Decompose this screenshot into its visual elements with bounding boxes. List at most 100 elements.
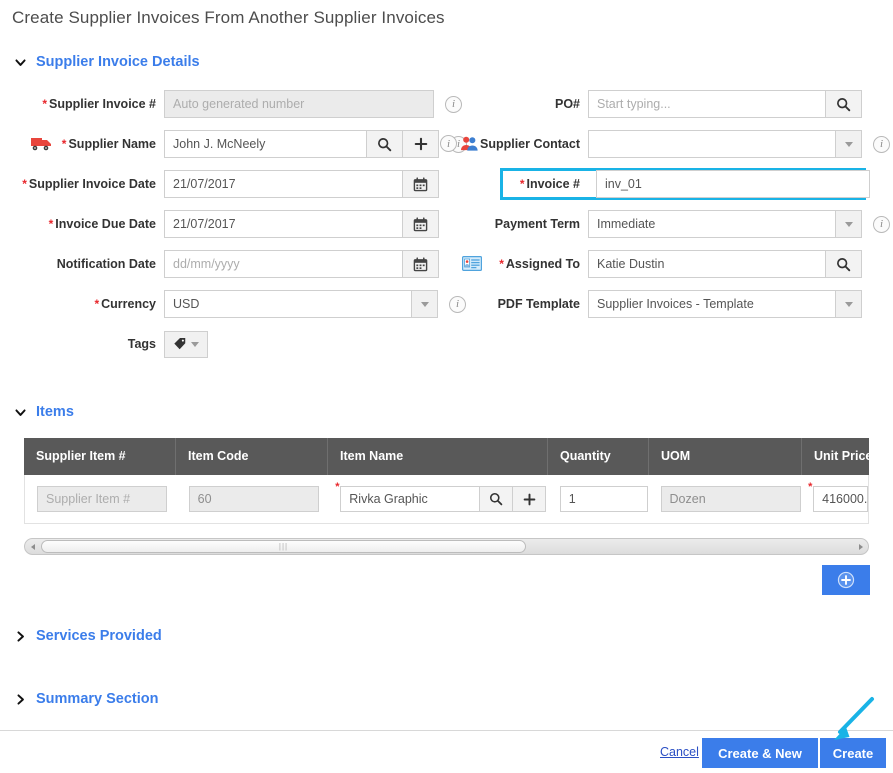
annotation-arrow-icon: [834, 697, 874, 740]
grip-icon: |||: [278, 541, 289, 551]
chevron-down-icon: [844, 141, 853, 147]
field-label: * Invoice Due Date: [48, 217, 156, 231]
info-icon-supplier-contact[interactable]: i: [873, 135, 890, 153]
tags-button[interactable]: [164, 330, 208, 358]
item-name-add-button[interactable]: [513, 486, 547, 512]
search-icon: [837, 97, 851, 111]
chevron-down-icon: [844, 221, 853, 227]
chevron-down-icon: [191, 341, 199, 347]
column-header-item-code: Item Code: [176, 438, 328, 475]
invoice-due-date-calendar-button[interactable]: [403, 210, 439, 238]
pdf-template-dropdown-toggle[interactable]: [836, 290, 862, 318]
section-label: Items: [36, 404, 74, 420]
column-header-unit-price: Unit Price: [814, 449, 869, 463]
field-assigned-to: * Assigned To Katie Dustin: [440, 250, 862, 278]
po-number-search-button[interactable]: [826, 90, 862, 118]
field-pdf-template: PDF Template Supplier Invoices - Templat…: [440, 290, 862, 318]
column-header-item-name: Item Name: [328, 438, 548, 475]
chevron-down-icon: [15, 408, 26, 416]
assigned-to-search-button[interactable]: [826, 250, 862, 278]
item-name-search-button[interactable]: [480, 486, 514, 512]
section-header-services-provided[interactable]: Services Provided: [14, 628, 162, 644]
required-marker: *: [61, 137, 67, 151]
chevron-down-icon: [844, 301, 853, 307]
assigned-to-input[interactable]: Katie Dustin: [588, 250, 826, 278]
unit-price-input[interactable]: 416000.00: [813, 486, 869, 512]
cancel-link[interactable]: Cancel: [660, 745, 699, 759]
required-marker: *: [519, 177, 525, 191]
supplier-name-search-button[interactable]: [367, 130, 403, 158]
table-header-row: Supplier Item # Item Code Item Name Quan…: [24, 438, 869, 475]
field-supplier-invoice-number: * Supplier Invoice # Auto generated numbe…: [0, 90, 462, 118]
supplier-invoice-date-input[interactable]: 21/07/2017: [164, 170, 403, 198]
section-header-supplier-invoice-details[interactable]: Supplier Invoice Details: [14, 54, 200, 70]
create-and-new-button[interactable]: Create & New: [702, 738, 818, 768]
plus-circle-icon: [837, 571, 855, 589]
invoice-number-input[interactable]: inv_01: [596, 170, 870, 198]
field-notification-date: Notification Date dd/mm/yyyy: [0, 250, 439, 278]
currency-dropdown-toggle[interactable]: [412, 290, 438, 318]
field-label: * Supplier Invoice Date: [22, 177, 156, 191]
create-button[interactable]: Create: [820, 738, 886, 768]
required-marker: *: [499, 257, 504, 271]
section-label: Summary Section: [36, 691, 159, 707]
currency-select[interactable]: USD: [164, 290, 412, 318]
supplier-item-number-input[interactable]: Supplier Item #: [37, 486, 167, 512]
pdf-template-select[interactable]: Supplier Invoices - Template: [588, 290, 836, 318]
scroll-right-button[interactable]: [853, 539, 868, 554]
info-icon-payment-term[interactable]: i: [873, 215, 890, 233]
field-label: * Invoice #: [519, 177, 580, 191]
supplier-name-input[interactable]: John J. McNeely: [164, 130, 367, 158]
cell-item-code: 60: [177, 475, 329, 524]
field-label: * Supplier Name: [61, 137, 156, 151]
field-supplier-contact: Supplier Contact i: [440, 130, 890, 158]
field-tags: Tags: [0, 330, 208, 358]
chevron-right-icon: [17, 630, 24, 642]
item-code-input[interactable]: 60: [188, 486, 319, 512]
field-currency: * Currency USD i: [0, 290, 466, 318]
item-name-input[interactable]: Rivka Graphic: [340, 486, 481, 512]
field-label: * Supplier Invoice #: [42, 97, 156, 111]
required-marker: *: [42, 97, 48, 111]
supplier-contact-dropdown-toggle[interactable]: [836, 130, 862, 158]
notification-date-input[interactable]: dd/mm/yyyy: [164, 250, 403, 278]
field-po-number: PO# Start typing...: [440, 90, 862, 118]
search-icon: [490, 492, 503, 506]
field-label: PO#: [554, 97, 580, 111]
items-table: Supplier Item # Item Code Item Name Quan…: [24, 438, 869, 524]
po-number-input[interactable]: Start typing...: [588, 90, 826, 118]
quantity-input[interactable]: 1: [559, 486, 648, 512]
add-item-row-button[interactable]: [822, 565, 870, 595]
supplier-contact-select[interactable]: [588, 130, 836, 158]
invoice-due-date-input[interactable]: 21/07/2017: [164, 210, 403, 238]
cell-quantity: 1: [548, 475, 649, 524]
scrollbar-thumb[interactable]: |||: [41, 540, 526, 553]
column-header-supplier-item-number: Supplier Item #: [24, 438, 176, 475]
supplier-name-add-button[interactable]: [403, 130, 439, 158]
field-label: * Currency: [94, 297, 156, 311]
tag-icon: [174, 338, 186, 350]
chevron-right-icon: [17, 693, 24, 705]
info-icon-supplier-invoice-number-right[interactable]: i: [440, 135, 457, 152]
required-marker: *: [48, 217, 54, 231]
supplier-invoice-date-calendar-button[interactable]: [403, 170, 439, 198]
chevron-left-icon: [30, 543, 35, 550]
section-header-summary-section[interactable]: Summary Section: [14, 691, 159, 707]
section-label: Supplier Invoice Details: [36, 54, 200, 70]
scroll-left-button[interactable]: [25, 539, 40, 554]
section-header-items[interactable]: Items: [14, 404, 74, 420]
supplier-invoice-number-input[interactable]: Auto generated number: [164, 90, 434, 118]
payment-term-dropdown-toggle[interactable]: [836, 210, 862, 238]
chevron-down-icon: [420, 301, 429, 307]
uom-input[interactable]: Dozen: [660, 486, 801, 512]
column-header-uom: UOM: [649, 438, 802, 475]
notification-date-calendar-button[interactable]: [403, 250, 439, 278]
page-title: Create Supplier Invoices From Another Su…: [12, 8, 445, 27]
contacts-icon: [461, 136, 478, 151]
items-horizontal-scrollbar[interactable]: |||: [24, 538, 869, 555]
required-marker: *: [808, 480, 813, 493]
truck-icon: [31, 138, 51, 151]
footer-divider: [0, 730, 893, 731]
chevron-down-icon: [15, 58, 26, 66]
payment-term-select[interactable]: Immediate: [588, 210, 836, 238]
